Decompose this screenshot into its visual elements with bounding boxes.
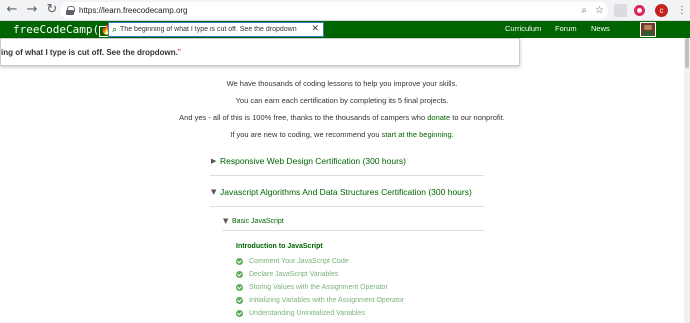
intro-text-part: If you are new to coding, we recommend y…: [230, 130, 382, 139]
page-scrollbar[interactable]: [684, 38, 690, 323]
lesson-item[interactable]: Declare JavaScript Variables: [236, 269, 338, 279]
nav-link-news[interactable]: News: [591, 24, 610, 34]
start-beginning-link[interactable]: start at the beginning: [382, 130, 452, 139]
lesson-item[interactable]: Initializing Variables with the Assignme…: [236, 295, 404, 305]
search-hit[interactable]: ing of what I type is cut off. See the d…: [1, 48, 181, 57]
site-navbar: freeCodeCamp(🔥) ⌕ ✕ Curriculum Forum New…: [0, 21, 690, 38]
nav-link-curriculum[interactable]: Curriculum: [505, 24, 541, 34]
address-bar[interactable]: https://learn.freecodecamp.org ⌕ ☆: [60, 2, 608, 19]
search-icon: ⌕: [112, 24, 118, 35]
zoom-icon[interactable]: ⌕: [581, 4, 587, 17]
lesson-title: Declare JavaScript Variables: [249, 270, 339, 278]
lesson-title: Comment Your JavaScript Code: [249, 257, 349, 265]
cert-title: Javascript Algorithms And Data Structure…: [220, 187, 472, 197]
back-icon[interactable]: ←: [4, 2, 20, 18]
lesson-item[interactable]: Understanding Uninitialized Variables: [236, 308, 365, 318]
check-circle-icon: [236, 296, 243, 304]
intro-text-part: .: [451, 130, 454, 139]
intro-line: If you are new to coding, we recommend y…: [0, 130, 684, 139]
intro-text-part: And yes - all of this is 100% free, than…: [179, 113, 428, 122]
search-box: ⌕ ✕: [108, 22, 324, 37]
check-circle-icon: [236, 270, 243, 278]
intro-line: And yes - all of this is 100% free, than…: [0, 113, 684, 122]
fcc-logo[interactable]: freeCodeCamp(🔥): [13, 22, 121, 37]
scrollbar-thumb[interactable]: [685, 38, 689, 68]
cert-responsive-web-design[interactable]: ▶ Responsive Web Design Certification (3…: [210, 152, 484, 176]
url-text: https://learn.freecodecamp.org: [79, 6, 188, 15]
intro-text-part: to our nonprofit.: [450, 113, 505, 122]
lesson-item[interactable]: Comment Your JavaScript Code: [236, 256, 349, 266]
check-circle-icon: [236, 309, 243, 317]
user-avatar[interactable]: [640, 22, 656, 37]
intro-line: We have thousands of coding lessons to h…: [226, 79, 458, 88]
search-dropdown: ing of what I type is cut off. See the d…: [0, 38, 520, 66]
lesson-title: Initializing Variables with the Assignme…: [249, 296, 405, 304]
search-hit-mark: ": [177, 48, 181, 57]
lesson-title: Understanding Uninitialized Variables: [249, 309, 365, 317]
search-input[interactable]: [120, 26, 307, 33]
opera-extension-icon[interactable]: [634, 5, 645, 16]
check-circle-icon: [236, 283, 243, 291]
section-title[interactable]: Introduction to JavaScript: [236, 243, 323, 250]
extension-icon[interactable]: [614, 4, 627, 17]
collapsed-arrow-icon: ▶: [211, 157, 217, 165]
block-basic-javascript[interactable]: ▼ Basic JavaScript: [222, 213, 484, 231]
profile-avatar[interactable]: c: [655, 4, 668, 17]
reload-icon[interactable]: ↻: [44, 2, 60, 18]
bookmark-star-icon[interactable]: ☆: [595, 4, 604, 17]
lesson-item[interactable]: Storing Values with the Assignment Opera…: [236, 282, 388, 292]
expanded-arrow-icon: ▼: [223, 217, 229, 225]
clear-search-icon[interactable]: ✕: [311, 24, 319, 34]
intro-line: You can earn each certification by compl…: [235, 96, 449, 105]
forward-icon[interactable]: →: [24, 2, 40, 18]
donate-link[interactable]: donate: [427, 113, 450, 122]
check-circle-icon: [236, 257, 243, 265]
cert-javascript-algorithms[interactable]: ▼ Javascript Algorithms And Data Structu…: [210, 182, 484, 207]
search-hit-text: ing of what I type is cut off. See the d…: [1, 48, 178, 57]
lesson-title: Storing Values with the Assignment Opera…: [249, 283, 388, 291]
cert-title: Responsive Web Design Certification (300…: [220, 156, 406, 166]
lock-icon: [66, 6, 75, 15]
nav-link-forum[interactable]: Forum: [555, 24, 577, 34]
logo-text: freeCodeCamp(: [13, 23, 100, 36]
browser-menu-icon[interactable]: ⋮: [677, 4, 690, 17]
expanded-arrow-icon: ▼: [211, 188, 217, 196]
block-title: Basic JavaScript: [232, 218, 284, 225]
